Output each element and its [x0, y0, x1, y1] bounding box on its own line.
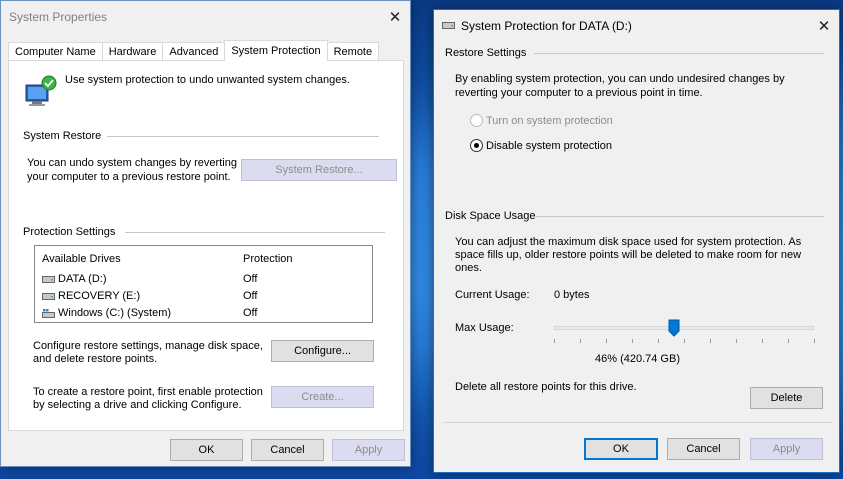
- system-restore-label: System Restore: [23, 130, 102, 142]
- footer-divider: [443, 422, 832, 423]
- configure-description-1: Configure restore settings, manage disk …: [33, 340, 263, 352]
- max-usage-slider-thumb[interactable]: [668, 319, 680, 337]
- drive-name: RECOVERY (E:): [58, 290, 141, 302]
- slider-tick: [658, 339, 659, 343]
- disk-space-description-3: ones.: [455, 262, 482, 274]
- drive-icon: [42, 292, 55, 300]
- max-usage-value: 46% (420.74 GB): [595, 353, 680, 365]
- system-drive-icon: [42, 308, 55, 318]
- protection-settings-label: Protection Settings: [23, 226, 116, 238]
- tab-system-protection[interactable]: System Protection: [224, 40, 328, 61]
- tab-remote[interactable]: Remote: [326, 42, 380, 61]
- ok-button[interactable]: OK: [170, 439, 243, 461]
- section-divider: [107, 136, 379, 137]
- drive-row-data[interactable]: DATA (D:) Off: [35, 271, 372, 287]
- restore-settings-description-2: reverting your computer to a previous po…: [455, 87, 703, 99]
- drive-row-recovery[interactable]: RECOVERY (E:) Off: [35, 288, 372, 304]
- tab-computer-name[interactable]: Computer Name: [8, 42, 103, 61]
- disk-space-description-2: space fills up, older restore points wil…: [455, 249, 802, 261]
- system-restore-description-2: your computer to a previous restore poin…: [27, 171, 231, 183]
- close-icon[interactable]: ✕: [380, 1, 410, 32]
- cancel-button[interactable]: Cancel: [251, 439, 324, 461]
- slider-tick: [554, 339, 555, 343]
- intro-text: Use system protection to undo unwanted s…: [65, 74, 350, 86]
- window-title: System Properties: [9, 9, 108, 24]
- max-usage-slider-track[interactable]: [554, 326, 814, 330]
- turn-on-protection-radio[interactable]: [470, 114, 483, 127]
- available-drives-list[interactable]: Available Drives Protection DATA (D:) Of…: [34, 245, 373, 323]
- column-header-protection[interactable]: Protection: [243, 253, 293, 265]
- max-usage-label: Max Usage:: [455, 322, 514, 334]
- create-button[interactable]: Create...: [271, 386, 374, 408]
- drive-protection-status: Off: [243, 273, 258, 285]
- apply-button[interactable]: Apply: [750, 438, 823, 460]
- create-description-2: by selecting a drive and clicking Config…: [33, 399, 242, 411]
- configure-button[interactable]: Configure...: [271, 340, 374, 362]
- system-protection-icon: [25, 75, 57, 106]
- system-restore-button[interactable]: System Restore...: [241, 159, 397, 181]
- ok-button[interactable]: OK: [584, 438, 658, 460]
- drive-protection-status: Off: [243, 307, 258, 319]
- restore-settings-label: Restore Settings: [445, 47, 527, 59]
- slider-tick: [580, 339, 581, 343]
- drive-icon: [442, 22, 455, 29]
- section-divider: [534, 216, 824, 217]
- slider-tick: [710, 339, 711, 343]
- system-protection-window: System Protection for DATA (D:) ✕ Restor…: [433, 9, 840, 473]
- disable-protection-label[interactable]: Disable system protection: [486, 140, 612, 152]
- drive-name: DATA (D:): [58, 273, 107, 285]
- current-usage-label: Current Usage:: [455, 289, 530, 301]
- slider-tick: [632, 339, 633, 343]
- tab-advanced[interactable]: Advanced: [162, 42, 226, 61]
- turn-on-protection-label[interactable]: Turn on system protection: [486, 115, 613, 127]
- cancel-button[interactable]: Cancel: [667, 438, 740, 460]
- window-title: System Protection for DATA (D:): [461, 18, 632, 33]
- system-restore-description-1: You can undo system changes by reverting: [27, 157, 237, 169]
- disk-space-description-1: You can adjust the maximum disk space us…: [455, 236, 802, 248]
- apply-button[interactable]: Apply: [332, 439, 405, 461]
- system-properties-titlebar[interactable]: System Properties ✕: [1, 1, 410, 32]
- drive-protection-status: Off: [243, 290, 258, 302]
- configure-description-2: and delete restore points.: [33, 353, 158, 365]
- drive-name: Windows (C:) (System): [58, 307, 172, 319]
- section-divider: [534, 53, 824, 54]
- create-description-1: To create a restore point, first enable …: [33, 386, 263, 398]
- restore-settings-description-1: By enabling system protection, you can u…: [455, 73, 785, 85]
- drive-row-windows[interactable]: Windows (C:) (System) Off: [35, 305, 372, 321]
- system-properties-window: System Properties ✕ Computer Name Hardwa…: [0, 0, 411, 467]
- column-header-available-drives[interactable]: Available Drives: [42, 253, 121, 265]
- disable-protection-radio[interactable]: [470, 139, 483, 152]
- system-protection-titlebar[interactable]: System Protection for DATA (D:) ✕: [434, 10, 839, 41]
- disk-space-usage-label: Disk Space Usage: [445, 210, 536, 222]
- section-divider: [125, 232, 385, 233]
- delete-description: Delete all restore points for this drive…: [455, 381, 637, 393]
- slider-tick: [606, 339, 607, 343]
- drive-icon: [42, 275, 55, 283]
- delete-button[interactable]: Delete: [750, 387, 823, 409]
- system-protection-tab-panel: Use system protection to undo unwanted s…: [8, 60, 404, 431]
- tab-strip: Computer Name Hardware Advanced System P…: [8, 40, 380, 61]
- slider-tick: [736, 339, 737, 343]
- slider-tick: [762, 339, 763, 343]
- slider-tick: [788, 339, 789, 343]
- slider-tick: [684, 339, 685, 343]
- current-usage-value: 0 bytes: [554, 289, 590, 301]
- tab-hardware[interactable]: Hardware: [101, 42, 164, 61]
- slider-tick: [814, 339, 815, 343]
- close-icon[interactable]: ✕: [809, 10, 839, 41]
